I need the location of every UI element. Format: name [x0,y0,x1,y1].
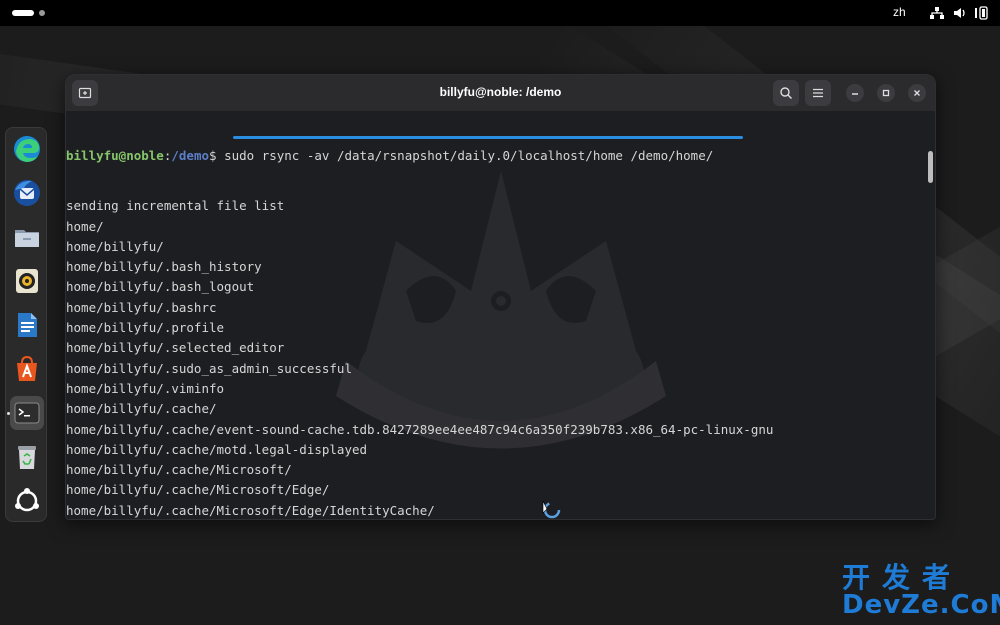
search-button[interactable] [773,80,799,106]
window-titlebar[interactable]: billyfu@noble: /demo [66,75,935,111]
minimize-button[interactable] [846,84,864,102]
prompt-line: billyfu@noble:/demo$ sudo rsync -av /dat… [66,146,773,166]
output-line: home/billyfu/.cache/motd.legal-displayed [66,441,368,457]
output-line: sending incremental file list [66,198,285,214]
busy-cursor-icon [542,500,561,519]
maximize-button[interactable] [877,84,895,102]
dock-item-terminal[interactable] [10,396,44,430]
menu-button[interactable] [805,80,831,106]
dock-item-trash[interactable] [10,440,44,474]
workspace-indicator[interactable] [39,10,45,16]
prompt-path: /demo [171,148,210,163]
terminal-output: billyfu@noble:/demo$ sudo rsync -av /dat… [66,116,774,519]
close-icon [914,90,920,96]
edge-icon [14,136,40,162]
output-line: home/billyfu/.cache/Microsoft/Edge/ [66,482,330,498]
output-line: home/ [66,218,104,234]
dock-item-files[interactable] [10,220,44,254]
folder-icon [15,230,39,247]
site-watermark: 开发者 DevZe.CoM [838,556,1000,622]
thunderbird-icon [14,180,40,206]
terminal-window: billyfu@noble: /demo billyfu@noble:/demo… [65,74,936,520]
trash-icon [18,446,36,469]
battery-icon[interactable] [974,5,990,21]
workspace-indicator-active[interactable] [12,10,34,16]
volume-icon[interactable] [953,5,967,21]
terminal-content[interactable]: billyfu@noble:/demo$ sudo rsync -av /dat… [66,111,935,519]
document-icon [18,313,37,337]
network-icon[interactable] [930,5,944,21]
output-line: home/billyfu/.profile [66,320,225,336]
prompt-user: billyfu@noble [66,148,164,163]
store-icon [17,355,37,381]
terminal-icon [14,402,40,424]
output-line: home/billyfu/ [66,238,164,254]
running-indicator [7,412,10,415]
output-line: home/billyfu/.bash_history [66,259,262,275]
hamburger-menu-icon [813,88,823,98]
output-line: home/billyfu/.sudo_as_admin_successful [66,360,352,376]
output-line: home/billyfu/.bash_logout [66,279,255,295]
output-line: home/billyfu/.viminfo [66,380,225,396]
speaker-icon [16,269,38,293]
dock-item-thunderbird[interactable] [10,176,44,210]
dock-item-show-apps[interactable] [10,484,44,518]
minimize-icon [852,93,858,95]
dock-item-rhythmbox[interactable] [10,264,44,298]
prompt-symbol: $ [209,148,225,163]
output-line: home/billyfu/.cache/event-sound-cache.td… [66,421,774,437]
scrollbar-thumb[interactable] [928,151,933,183]
top-panel: zh [0,0,1000,26]
dock-item-writer[interactable] [10,308,44,342]
maximize-icon [882,89,890,97]
input-language-indicator[interactable]: zh [893,5,906,19]
output-line: home/billyfu/.selected_editor [66,340,285,356]
dock-item-edge[interactable] [10,132,44,166]
dock [5,127,47,522]
output-line: home/billyfu/.cache/Microsoft/Edge/Ident… [66,502,435,518]
search-icon [780,87,792,99]
output-line: home/billyfu/.cache/ [66,401,217,417]
ubuntu-icon [15,488,39,512]
dock-item-app-center[interactable] [10,352,44,386]
close-button[interactable] [908,84,926,102]
output-line: home/billyfu/.cache/Microsoft/ [66,462,292,478]
command-text: sudo rsync -av /data/rsnapshot/daily.0/l… [224,148,714,163]
watermark-en: DevZe.CoM [842,590,1000,620]
output-line: home/billyfu/.bashrc [66,299,217,315]
